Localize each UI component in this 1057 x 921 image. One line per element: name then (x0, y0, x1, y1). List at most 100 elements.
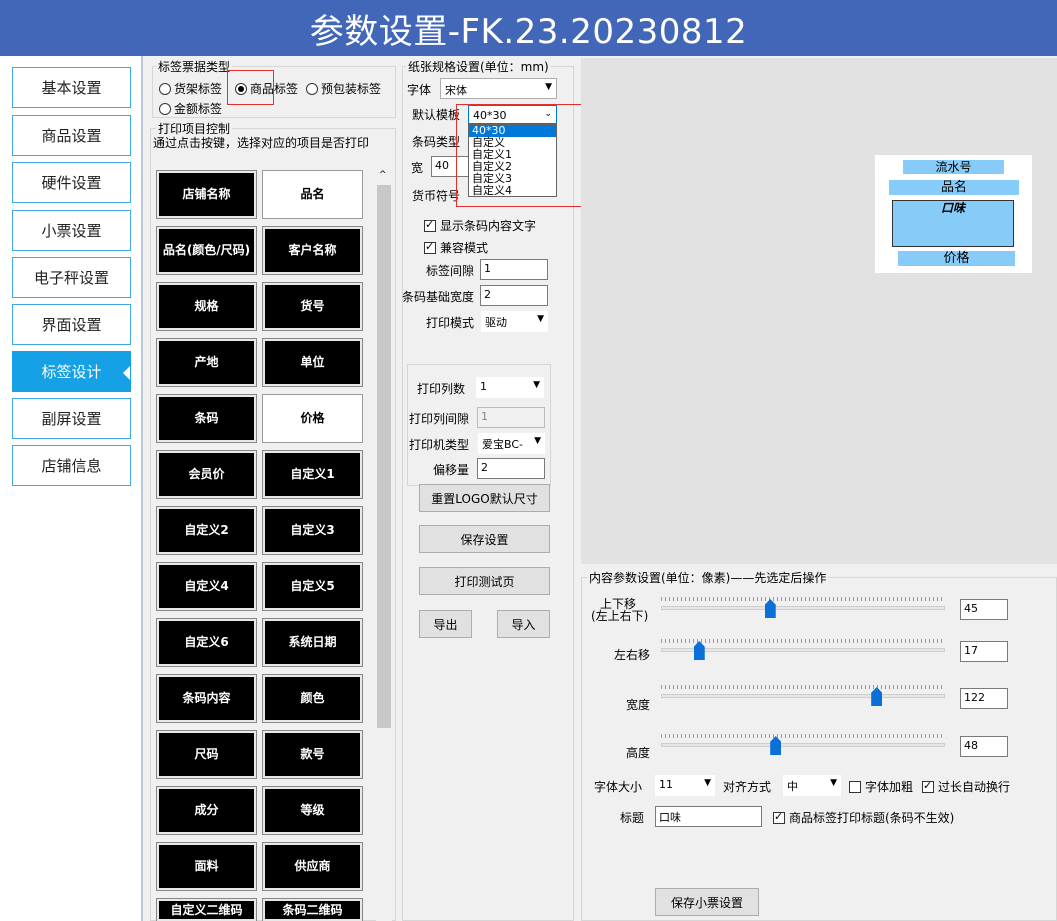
wrap-checkbox[interactable]: 过长自动换行 (922, 778, 1010, 795)
offset-input[interactable]: 2 (477, 458, 545, 479)
tag-fabric[interactable]: 面料 (156, 842, 257, 891)
tag-system-date[interactable]: 系统日期 (262, 618, 363, 667)
tag-origin[interactable]: 产地 (156, 338, 257, 387)
tag-custom-3[interactable]: 自定义3 (262, 506, 363, 555)
columns-label: 打印列数 (417, 382, 466, 396)
tag-unit[interactable]: 单位 (262, 338, 363, 387)
chevron-down-icon: ▼ (533, 380, 540, 390)
width-input[interactable]: 40 (431, 156, 471, 177)
gap-input[interactable]: 1 (480, 259, 548, 280)
width-label: 宽 (411, 161, 424, 175)
print-items-title: 打印项目控制 (156, 120, 233, 137)
font-select[interactable]: 宋体 ▼ (440, 78, 557, 99)
compat-mode-checkbox[interactable]: 兼容模式 (424, 239, 488, 256)
tag-composition[interactable]: 成分 (156, 786, 257, 835)
tag-barcode[interactable]: 条码 (156, 394, 257, 443)
template-select[interactable]: 40*30 ⌄ (468, 105, 557, 124)
tag-custom-4[interactable]: 自定义4 (156, 562, 257, 611)
tag-spec[interactable]: 规格 (156, 282, 257, 331)
sidebar-item-interface[interactable]: 界面设置 (12, 304, 131, 345)
chevron-down-icon: ▼ (537, 314, 544, 324)
print-title-checkbox[interactable]: 商品标签打印标题(条码不生效) (773, 809, 954, 826)
tag-product-name[interactable]: 品名 (262, 170, 363, 219)
width-param-input[interactable]: 122 (960, 688, 1008, 709)
scroll-up-icon[interactable]: ^ (379, 170, 387, 180)
tag-custom-qrcode[interactable]: 自定义二维码 (156, 898, 257, 921)
tag-member-price[interactable]: 会员价 (156, 450, 257, 499)
show-barcode-text-checkbox[interactable]: 显示条码内容文字 (424, 217, 536, 234)
tag-barcode-content[interactable]: 条码内容 (156, 674, 257, 723)
radio-amount-label[interactable]: 金额标签 (159, 100, 222, 117)
import-button[interactable]: 导入 (497, 610, 550, 638)
preview-name[interactable]: 品名 (889, 180, 1019, 195)
tag-custom-2[interactable]: 自定义2 (156, 506, 257, 555)
sidebar-item-second-screen[interactable]: 副屏设置 (12, 398, 131, 439)
print-mode-select[interactable]: 驱动 ▼ (481, 311, 548, 332)
tag-custom-5[interactable]: 自定义5 (262, 562, 363, 611)
tag-store-name[interactable]: 店铺名称 (156, 170, 257, 219)
scrollbar[interactable]: ^ (376, 168, 392, 921)
sidebar-item-basic[interactable]: 基本设置 (12, 67, 131, 108)
tag-custom-1[interactable]: 自定义1 (262, 450, 363, 499)
sidebar-item-label-design[interactable]: 标签设计 (12, 351, 131, 392)
window-title: 参数设置-FK.23.20230812 (0, 0, 1057, 56)
updown-input[interactable]: 45 (960, 599, 1008, 620)
tag-size[interactable]: 尺码 (156, 730, 257, 779)
preview-flavor[interactable]: 口味 (892, 200, 1014, 247)
slider-ticks (661, 639, 945, 643)
tag-supplier[interactable]: 供应商 (262, 842, 363, 891)
tag-barcode-qrcode[interactable]: 条码二维码 (262, 898, 363, 921)
tag-style-no[interactable]: 款号 (262, 730, 363, 779)
barcode-base-label: 条码基础宽度 (402, 290, 475, 304)
barcode-base-input[interactable]: 2 (480, 285, 548, 306)
align-select[interactable]: 中 ▼ (783, 775, 841, 796)
chevron-down-icon: ▼ (830, 778, 837, 788)
reset-logo-button[interactable]: 重置LOGO默认尺寸 (419, 484, 550, 512)
save-settings-button[interactable]: 保存设置 (419, 525, 550, 553)
slider-track[interactable] (661, 743, 945, 747)
save-receipt-button[interactable]: 保存小票设置 (655, 888, 759, 916)
printer-type-select[interactable]: 爱宝BC- ▼ (478, 433, 545, 454)
radio-prepack-label[interactable]: 预包装标签 (306, 80, 381, 97)
export-button[interactable]: 导出 (419, 610, 472, 638)
tag-color[interactable]: 颜色 (262, 674, 363, 723)
chevron-down-icon: ▼ (545, 82, 552, 92)
font-size-select[interactable]: 11 ▼ (655, 775, 715, 796)
print-items-hint: 通过点击按键，选择对应的项目是否打印 (153, 136, 370, 150)
font-size-label: 字体大小 (594, 780, 643, 794)
columns-select[interactable]: 1 ▼ (476, 377, 544, 398)
tag-custom-6[interactable]: 自定义6 (156, 618, 257, 667)
sidebar-item-store-info[interactable]: 店铺信息 (12, 445, 131, 486)
preview-price[interactable]: 价格 (898, 251, 1015, 266)
sidebar-item-product[interactable]: 商品设置 (12, 115, 131, 156)
radio-shelf-label[interactable]: 货架标签 (159, 80, 222, 97)
slider-track[interactable] (661, 694, 945, 698)
tag-grade[interactable]: 等级 (262, 786, 363, 835)
tag-customer-name[interactable]: 客户名称 (262, 226, 363, 275)
bold-checkbox[interactable]: 字体加粗 (849, 778, 913, 795)
print-mode-label: 打印模式 (426, 316, 475, 330)
tag-price[interactable]: 价格 (262, 394, 363, 443)
scroll-thumb[interactable] (377, 185, 391, 728)
tag-name-color-size[interactable]: 品名(颜色/尺码) (156, 226, 257, 275)
tag-item-no[interactable]: 货号 (262, 282, 363, 331)
preview-serial[interactable]: 流水号 (903, 160, 1004, 174)
chevron-down-icon: ▼ (704, 778, 711, 788)
title-label: 标题 (620, 811, 645, 825)
column-gap-input[interactable]: 1 (477, 407, 545, 428)
offset-label: 偏移量 (433, 463, 470, 477)
height-param-input[interactable]: 48 (960, 736, 1008, 757)
slider-track[interactable] (661, 606, 945, 610)
title-input[interactable]: 口味 (655, 806, 762, 827)
sidebar-item-hardware[interactable]: 硬件设置 (12, 162, 131, 203)
test-print-button[interactable]: 打印测试页 (419, 567, 550, 595)
column-gap-label: 打印列间隙 (409, 412, 470, 426)
updown-label-sub: (左上右下) (591, 609, 649, 623)
slider-ticks (661, 734, 945, 738)
sidebar-item-receipt[interactable]: 小票设置 (12, 210, 131, 251)
preview-canvas: 流水号 品名 口味 价格 (581, 58, 1057, 564)
template-option-6[interactable]: 自定义4 (469, 185, 556, 197)
radio-product-label[interactable]: 商品标签 (235, 80, 298, 97)
leftright-input[interactable]: 17 (960, 641, 1008, 662)
sidebar-item-scale[interactable]: 电子秤设置 (12, 257, 131, 298)
